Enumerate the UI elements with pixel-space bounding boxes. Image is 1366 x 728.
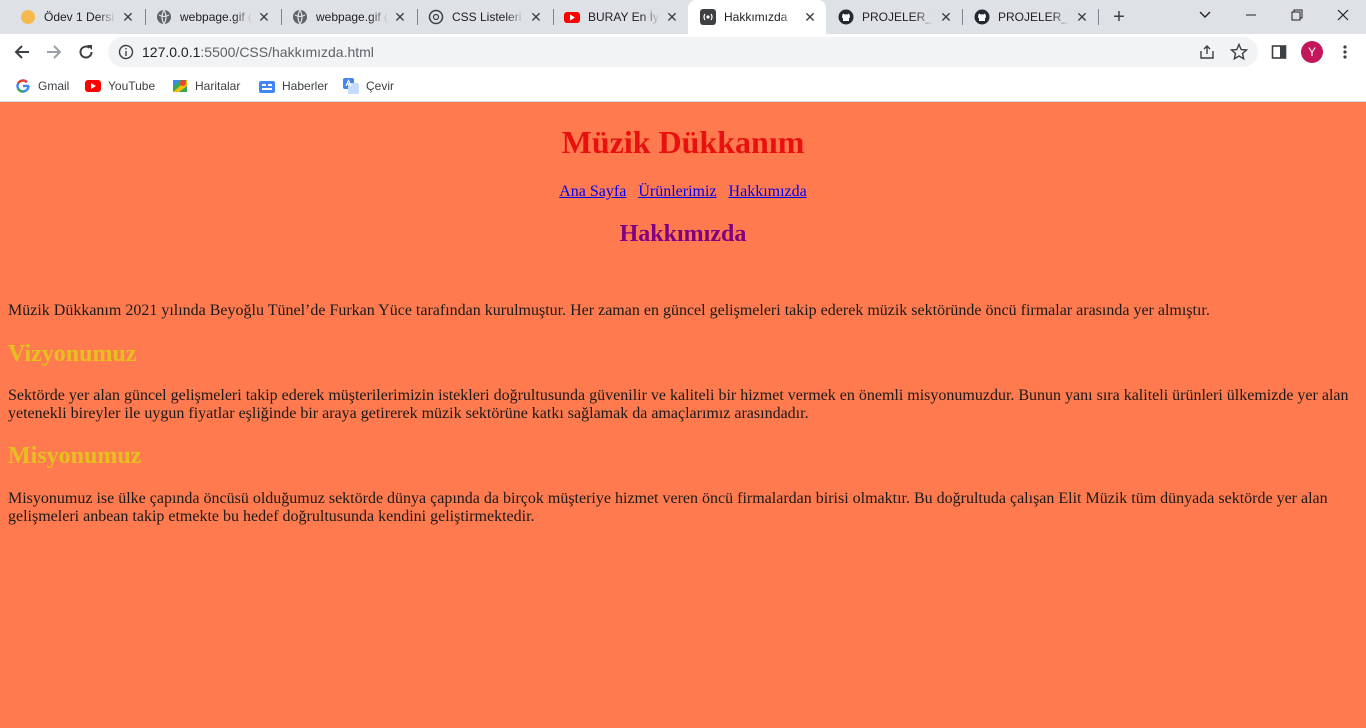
reload-icon [79, 45, 93, 59]
github-icon [974, 9, 990, 25]
chevron-down-icon [1199, 11, 1211, 18]
tab-active[interactable]: Hakkımızda ✕ [688, 0, 826, 34]
close-icon[interactable]: ✕ [1074, 9, 1090, 25]
maps-icon [172, 78, 188, 94]
broadcast-icon [700, 9, 716, 25]
intro-paragraph: Müzik Dükkanım 2021 yılında Beyoğlu Tüne… [8, 302, 1210, 319]
close-icon[interactable]: ✕ [528, 9, 544, 25]
close-icon[interactable]: ✕ [256, 9, 272, 25]
translate-icon [343, 78, 359, 94]
youtube-icon [85, 78, 101, 94]
page-heading: Hakkımızda [619, 221, 747, 247]
side-panel-icon [1271, 45, 1287, 59]
page-content: Müzik Dükkanım Ana Sayfa Ürünlerimiz Hak… [0, 103, 1366, 728]
close-icon [1337, 9, 1349, 21]
more-vert-icon [1343, 45, 1347, 59]
bookmarks-bar: Gmail YouTube Haritalar Haberler Çevir [0, 70, 1366, 102]
close-icon[interactable]: ✕ [802, 9, 818, 25]
bookmark-youtube[interactable]: YouTube [85, 76, 155, 96]
bookmark-label: Çevir [366, 79, 395, 93]
arrow-left-icon [14, 45, 29, 59]
github-icon [838, 9, 854, 25]
tab-title: BURAY En İyi [588, 10, 660, 24]
tab-4[interactable]: CSS Listeleri C ✕ [416, 0, 552, 34]
nav-link-hakkimizda[interactable]: Hakkımızda [729, 183, 807, 200]
back-button[interactable] [8, 38, 36, 66]
bookmark-gmail[interactable]: Gmail [15, 76, 69, 96]
nav-link-urunlerimiz[interactable]: Ürünlerimiz [638, 183, 716, 200]
forward-button[interactable] [40, 38, 68, 66]
minimize-icon [1246, 14, 1256, 16]
address-bar[interactable]: 127.0.0.1:5500/CSS/hakkımızda.html [108, 37, 1258, 67]
close-icon[interactable]: ✕ [938, 9, 954, 25]
bookmark-label: YouTube [108, 79, 156, 93]
tab-title: Hakkımızda [724, 10, 788, 24]
bookmark-label: Gmail [38, 79, 70, 93]
close-icon[interactable]: ✕ [664, 9, 680, 25]
globe-icon [292, 9, 308, 25]
profile-avatar[interactable]: Y [1301, 41, 1323, 63]
arrow-right-icon [47, 45, 62, 59]
tab-8[interactable]: PROJELER_SA ✕ [962, 0, 1098, 34]
close-icon[interactable]: ✕ [120, 9, 136, 25]
tab-title: webpage.gif ( [180, 10, 252, 24]
url-path: :5500/CSS/hakkımızda.html [200, 44, 374, 60]
bookmark-haritalar[interactable]: Haritalar [172, 76, 240, 96]
mission-heading: Misyonumuz [8, 443, 142, 469]
star-icon[interactable] [1230, 43, 1248, 61]
info-icon[interactable] [118, 44, 134, 60]
tab-title: PROJELER_SA [998, 10, 1070, 24]
globe-icon [156, 9, 172, 25]
chatgpt-icon [428, 9, 444, 25]
bookmark-cevir[interactable]: Çevir [343, 76, 394, 96]
minimize-button[interactable] [1228, 0, 1274, 30]
tab-title: webpage.gif ( [316, 10, 388, 24]
google-icon [15, 78, 31, 94]
youtube-icon [564, 9, 580, 25]
mission-paragraph: Misyonumuz ise ülke çapında öncüsü olduğ… [8, 490, 1328, 525]
bookmark-haberler[interactable]: Haberler [259, 76, 328, 96]
tab-title: PROJELER_SA [862, 10, 934, 24]
vision-paragraph: Sektörde yer alan güncel gelişmeleri tak… [8, 387, 1349, 422]
restore-button[interactable] [1274, 0, 1320, 30]
orange-circle-icon [20, 9, 36, 25]
bookmark-label: Haritalar [195, 79, 241, 93]
close-icon[interactable]: ✕ [392, 9, 408, 25]
share-icon[interactable] [1198, 43, 1216, 61]
nav-link-ana-sayfa[interactable]: Ana Sayfa [559, 183, 626, 200]
tab-5[interactable]: BURAY En İyi ✕ [552, 0, 688, 34]
site-nav: Ana Sayfa Ürünlerimiz Hakkımızda [0, 183, 1366, 201]
new-tab-button[interactable]: + [1108, 6, 1130, 28]
tab-3[interactable]: webpage.gif ( ✕ [280, 0, 416, 34]
bookmark-label: Haberler [282, 79, 329, 93]
reload-button[interactable] [72, 38, 100, 66]
restore-icon [1291, 9, 1303, 21]
window-close-button[interactable] [1320, 0, 1366, 30]
tab-title: Ödev 1 Dersi [44, 10, 115, 24]
menu-button[interactable] [1335, 42, 1355, 62]
tab-2[interactable]: webpage.gif ( ✕ [144, 0, 280, 34]
tab-1[interactable]: Ödev 1 Dersi ✕ [8, 0, 144, 34]
url-host: 127.0.0.1 [142, 44, 201, 60]
browser-toolbar: 127.0.0.1:5500/CSS/hakkımızda.html Y [0, 34, 1366, 70]
news-icon [259, 78, 275, 94]
tab-search-button[interactable] [1182, 0, 1228, 30]
tab-title: CSS Listeleri C [452, 10, 524, 24]
tab-strip: Ödev 1 Dersi ✕ webpage.gif ( ✕ webpage.g… [0, 0, 1366, 34]
side-panel-button[interactable] [1269, 42, 1289, 62]
tab-7[interactable]: PROJELER_SA ✕ [826, 0, 962, 34]
vision-heading: Vizyonumuz [8, 341, 137, 367]
url-text[interactable]: 127.0.0.1:5500/CSS/hakkımızda.html [142, 44, 374, 60]
site-title: Müzik Dükkanım [561, 124, 805, 160]
